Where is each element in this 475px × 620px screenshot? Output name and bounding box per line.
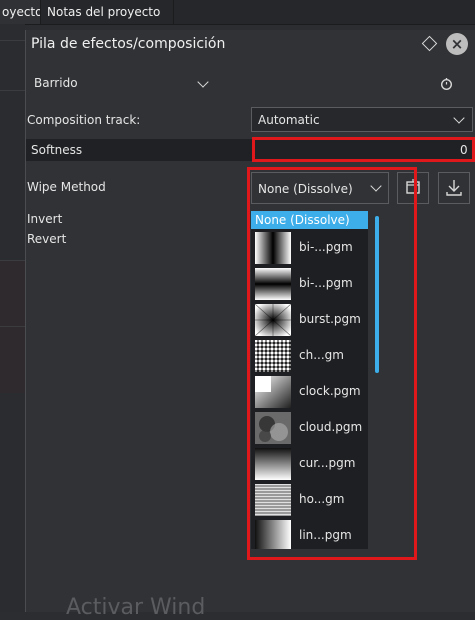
- list-item[interactable]: burst.pgm: [251, 302, 368, 338]
- softness-value[interactable]: 0: [460, 143, 468, 157]
- panel-header: Pila de efectos/composición ×: [26, 30, 475, 60]
- list-item-label: cloud.pgm: [299, 420, 363, 434]
- curtain-thumb-icon: [255, 448, 291, 480]
- float-diamond-icon[interactable]: [421, 35, 438, 52]
- vertical-bilinear-gradient-thumb-icon: [255, 268, 291, 300]
- checker-noise-thumb-icon: [255, 340, 291, 372]
- effect-stack-panel: Pila de efectos/composición × Barrido Co…: [25, 30, 475, 612]
- chevron-down-icon: [370, 180, 382, 192]
- linear-gradient-thumb-icon: [255, 520, 291, 549]
- list-item[interactable]: lin...pgm: [251, 518, 368, 549]
- download-icon: [446, 180, 462, 196]
- revert-label[interactable]: Revert: [27, 232, 66, 246]
- softness-label: Softness: [31, 143, 83, 157]
- list-item[interactable]: bi-...pgm: [251, 266, 368, 302]
- clock-thumb-icon: [255, 376, 291, 408]
- activation-watermark: Activar Wind: [66, 595, 206, 620]
- list-item-label: ch...gm: [299, 348, 344, 362]
- list-item-label: clock.pgm: [299, 384, 361, 398]
- open-file-button[interactable]: [397, 172, 429, 204]
- list-item[interactable]: bi-...pgm: [251, 230, 368, 266]
- wipe-method-value: None (Dissolve): [258, 182, 353, 196]
- keyframe-stopwatch-icon[interactable]: [440, 77, 453, 90]
- burst-thumb-icon: [255, 304, 291, 336]
- tab-notas-del-proyecto[interactable]: Notas del proyecto: [41, 0, 174, 24]
- tab-bar: oyecto Notas del proyecto: [0, 0, 475, 25]
- softness-row[interactable]: Softness 0: [26, 139, 474, 161]
- effect-collapse-chevron-icon[interactable]: [197, 76, 209, 88]
- cloud-thumb-icon: [255, 412, 291, 444]
- list-item-label: bi-...pgm: [299, 240, 353, 254]
- wipe-method-label: Wipe Method: [27, 180, 106, 194]
- list-item-label: bi-...pgm: [299, 276, 353, 290]
- list-item[interactable]: cloud.pgm: [251, 410, 368, 446]
- close-icon: ×: [450, 35, 464, 53]
- dropdown-scrollbar[interactable]: [375, 216, 379, 373]
- horizontal-lines-thumb-icon: [255, 484, 291, 516]
- horizontal-bilinear-gradient-thumb-icon: [255, 232, 291, 264]
- list-item-label: None (Dissolve): [255, 213, 350, 227]
- list-item-label: lin...pgm: [299, 528, 352, 542]
- tab-proyecto[interactable]: oyecto: [0, 0, 41, 24]
- list-item-label: cur...pgm: [299, 456, 356, 470]
- effect-name: Barrido: [34, 76, 78, 90]
- list-item[interactable]: ch...gm: [251, 338, 368, 374]
- folder-icon: [406, 179, 420, 194]
- download-button[interactable]: [438, 172, 470, 204]
- invert-label[interactable]: Invert: [27, 212, 62, 226]
- left-partial-panel: [0, 24, 25, 612]
- wipe-method-dropdown-list[interactable]: None (Dissolve) bi-...pgm bi-...pgm burs…: [251, 211, 368, 549]
- close-panel-button[interactable]: ×: [446, 33, 468, 55]
- wipe-method-select[interactable]: None (Dissolve): [251, 172, 389, 204]
- list-item[interactable]: None (Dissolve): [251, 211, 368, 229]
- composition-track-select[interactable]: Automatic: [251, 107, 473, 132]
- list-item-label: ho...gm: [299, 492, 345, 506]
- list-item[interactable]: ho...gm: [251, 482, 368, 518]
- list-item[interactable]: cur...pgm: [251, 446, 368, 482]
- composition-track-value: Automatic: [258, 113, 320, 127]
- panel-title: Pila de efectos/composición: [31, 36, 226, 52]
- chevron-down-icon: [453, 112, 465, 124]
- composition-track-label: Composition track:: [27, 113, 141, 127]
- list-item-label: burst.pgm: [299, 312, 361, 326]
- list-item[interactable]: clock.pgm: [251, 374, 368, 410]
